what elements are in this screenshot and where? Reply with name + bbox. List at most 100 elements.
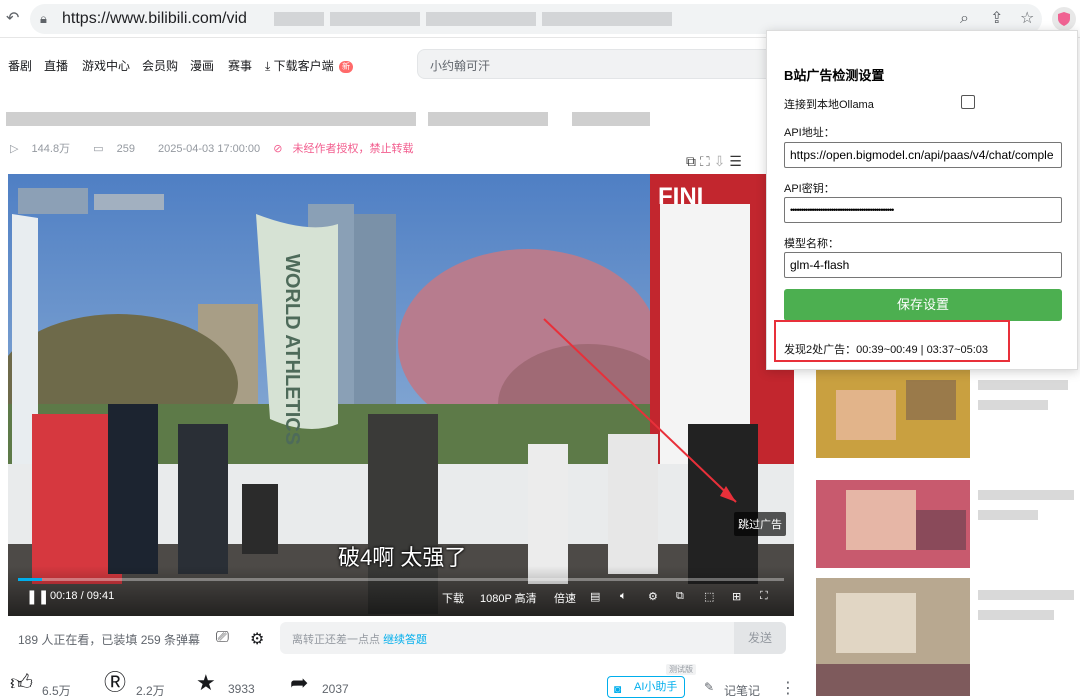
beta-tag: 测试版 (666, 664, 696, 675)
nav-item-esports[interactable]: 赛事 (228, 57, 252, 74)
url-text: https://www.bilibili.com/vid (62, 10, 247, 27)
skip-ad-button[interactable]: 跳过广告 (734, 512, 786, 536)
danmaku-input[interactable]: 离转正还差一点点 继续答题 发送 (280, 622, 786, 654)
share-count: 2037 (322, 682, 349, 696)
lock-icon[interactable]: 🔒︎ (40, 9, 47, 29)
scene-banner-text: WORLD ATHLETICS (281, 254, 303, 445)
viewer-count: 189 人正在看，已装填 259 条弹幕 (18, 633, 201, 647)
api-key-label: API密钥： (784, 183, 835, 195)
danmaku-icon: ▭ (93, 143, 104, 155)
search-placeholder: 小约翰可汗 (430, 59, 491, 73)
view-count: ▷ 144.8万 (10, 143, 71, 155)
pause-icon[interactable]: ❚❚ (26, 588, 49, 605)
url-obscured (426, 12, 536, 26)
share-arrow-icon[interactable]: ➦ (290, 672, 308, 694)
api-url-input[interactable]: https://open.bigmodel.cn/api/paas/v4/cha… (784, 142, 1062, 168)
download-label: 下载客户端 (273, 59, 334, 73)
popout-icon[interactable]: ⧉ (686, 153, 696, 169)
progress-bar[interactable] (18, 578, 784, 581)
video-meta: ▷ 144.8万 ▭ 259 2025-04-03 17:00:00 ⊘ 未经作者… (10, 140, 433, 156)
robot-icon: ◙ (614, 682, 622, 696)
rec-title-obscured (978, 610, 1054, 620)
player-mini-tools: ⧉ ⛶ ⇩ ☰ (686, 153, 742, 170)
pip-icon[interactable]: ⧉ (676, 590, 684, 603)
rec-title-obscured (978, 510, 1038, 520)
url-obscured (274, 12, 324, 26)
ollama-checkbox[interactable] (961, 95, 975, 109)
rec-thumbnail[interactable] (816, 664, 970, 696)
nav-item-games[interactable]: 游戏中心 (82, 57, 130, 74)
send-button[interactable]: 发送 (734, 622, 786, 654)
save-settings-button[interactable]: 保存设置 (784, 289, 1062, 321)
speed-button[interactable]: 倍速 (554, 590, 576, 606)
url-obscured (330, 12, 420, 26)
time-display: 00:18 / 09:41 (50, 590, 115, 602)
fullscreen-icon[interactable]: ⛶ (700, 153, 710, 169)
note-icon[interactable]: ✎ (704, 680, 714, 694)
scene-banner-brand: FINI (658, 183, 703, 210)
fav-count: 3933 (228, 682, 255, 696)
coin-count: 2.2万 (136, 684, 165, 698)
continue-quiz-link[interactable]: 继续答题 (383, 634, 427, 646)
extension-shield-icon[interactable] (1052, 7, 1076, 31)
more-icon[interactable]: ⋮ (780, 678, 796, 698)
model-name-label: 模型名称： (784, 238, 839, 250)
menu-icon[interactable]: ☰ (729, 153, 742, 169)
api-key-input[interactable]: ••••••••••••••••••••••••••••••••••••••••… (784, 197, 1062, 223)
nav-item-download[interactable]: ⤓ 下载客户端 新 (265, 57, 354, 74)
ad-detector-popup: B站广告检测设置 连接到本地Ollama API地址： https://open… (766, 30, 1078, 370)
progress-fill (18, 578, 42, 581)
ai-assistant-label: AI小助手 (634, 681, 678, 693)
video-player[interactable]: WORLD ATHLETICS FINI 破4啊 太强了 跳过广告 ❚❚ 00:… (8, 174, 794, 616)
rec-title-obscured (978, 380, 1068, 390)
download-icon: ⤓ (265, 59, 271, 73)
volume-icon[interactable]: 🔈︎ (620, 590, 627, 603)
model-name-input[interactable]: glm-4-flash (784, 252, 1062, 278)
like-icon[interactable]: 👍︎ (10, 672, 33, 694)
danmaku-settings-icon[interactable]: ⚙ (250, 629, 264, 649)
down-arrow-icon[interactable]: ⇩ (714, 153, 726, 169)
danmaku-count: ▭ 259 (93, 143, 135, 155)
danmaku-bar: 189 人正在看，已装填 259 条弹幕 ⎚ ⚙ 离转正还差一点点 继续答题 发… (8, 620, 794, 658)
note-button[interactable]: 记笔记 (724, 682, 760, 699)
nav-item-shop[interactable]: 会员购 (142, 57, 178, 74)
favorite-star-icon[interactable]: ★ (196, 672, 216, 694)
result-highlight-box (774, 320, 1010, 362)
subtitle-toggle-icon[interactable]: ▤ (590, 590, 600, 603)
ollama-label: 连接到本地Ollama (784, 99, 874, 111)
rec-title-obscured (978, 490, 1074, 500)
popup-title: B站广告检测设置 (784, 68, 885, 83)
nav-item-manga[interactable]: 漫画 (190, 57, 214, 74)
publish-date: 2025-04-03 17:00:00 (158, 143, 261, 155)
quality-button[interactable]: 1080P 高清 (480, 590, 537, 606)
fullscreen-icon[interactable]: ⛶ (760, 590, 768, 603)
url-obscured (542, 12, 672, 26)
search-input[interactable]: 小约翰可汗 (417, 49, 777, 79)
nav-item-anime[interactable]: 番剧 (8, 57, 32, 74)
settings-gear-icon[interactable]: ⚙ (648, 590, 658, 603)
player-controls: ❚❚ 00:18 / 09:41 下载 1080P 高清 倍速 ▤ 🔈︎ ⚙ ⧉… (8, 566, 794, 616)
copyright-notice: ⊘ 未经作者授权，禁止转载 (273, 143, 414, 155)
download-button[interactable]: 下载 (442, 590, 464, 606)
api-url-label: API地址： (784, 127, 835, 139)
nav-item-live[interactable]: 直播 (44, 57, 68, 74)
danmaku-placeholder: 离转正还差一点点 继续答题 (292, 634, 428, 646)
zoom-icon[interactable]: ⌕ (960, 9, 969, 29)
forbidden-icon: ⊘ (273, 143, 283, 155)
new-badge: 新 (339, 60, 354, 73)
like-count: 6.5万 (42, 684, 71, 698)
rec-thumbnail[interactable] (816, 480, 970, 568)
back-icon[interactable]: ↶ (6, 9, 19, 29)
widescreen-icon[interactable]: ⬚ (704, 590, 714, 603)
star-icon[interactable]: ☆ (1020, 9, 1034, 29)
rec-title-obscured (978, 400, 1048, 410)
play-icon: ▷ (10, 143, 19, 155)
rec-thumbnail[interactable] (816, 370, 970, 458)
webfullscreen-icon[interactable]: ⊞ (732, 590, 741, 603)
rec-title-obscured (978, 590, 1074, 600)
share-icon[interactable]: ⇪ (990, 9, 1003, 29)
coin-icon[interactable]: Ⓡ (104, 672, 126, 694)
rec-thumbnail[interactable] (816, 578, 970, 666)
danmaku-toggle-icon[interactable]: ⎚ (216, 629, 229, 647)
ai-assistant-button[interactable]: ◙ AI小助手 (607, 676, 685, 698)
